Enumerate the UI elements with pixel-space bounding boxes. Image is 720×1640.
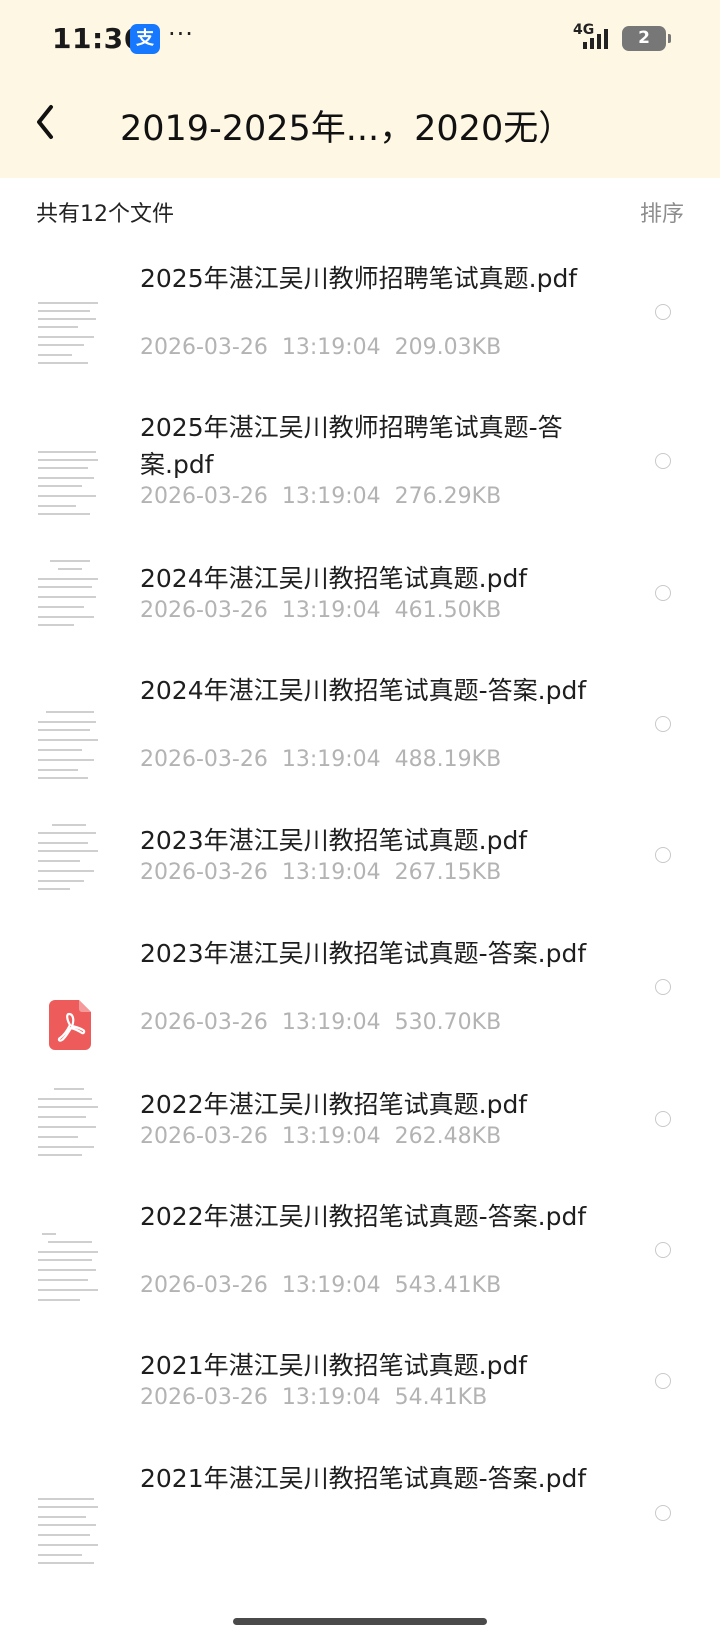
file-meta: 2026-03-26 13:19:04 543.41KB — [140, 1273, 502, 1298]
select-radio[interactable] — [655, 1111, 671, 1127]
file-meta: 2026-03-26 13:19:04 54.41KB — [140, 1385, 488, 1410]
status-bar: 11:36 支 ··· 4G 2 — [0, 0, 720, 80]
signal-icon — [583, 29, 608, 49]
file-name: 2025年湛江吴川教师招聘笔试真题-答案.pdf — [140, 413, 563, 479]
file-count: 共有12个文件 — [36, 202, 174, 227]
file-name: 2022年湛江吴川教招笔试真题.pdf — [140, 1090, 528, 1119]
file-name: 2023年湛江吴川教招笔试真题-答案.pdf — [140, 939, 587, 968]
document-thumbnail — [38, 1494, 102, 1574]
page-title: 2019-2025年...，2020无） — [120, 109, 574, 149]
file-meta: 2026-03-26 13:19:04 276.29KB — [140, 484, 502, 509]
alipay-notification-icon: 支 — [130, 24, 160, 54]
document-thumbnail — [38, 820, 102, 900]
file-meta: 2026-03-26 13:19:04 262.48KB — [140, 1124, 502, 1149]
battery-icon: 2 — [622, 26, 671, 51]
pdf-file-icon — [49, 1000, 91, 1050]
file-meta: 2026-03-26 13:19:04 209.03KB — [140, 335, 502, 360]
document-thumbnail — [38, 445, 102, 525]
document-thumbnail — [38, 1086, 102, 1166]
select-radio[interactable] — [655, 1505, 671, 1521]
file-meta: 2026-03-26 13:19:04 267.15KB — [140, 860, 502, 885]
document-thumbnail — [38, 1233, 102, 1313]
home-indicator[interactable] — [233, 1618, 487, 1625]
file-name: 2021年湛江吴川教招笔试真题-答案.pdf — [140, 1464, 587, 1493]
top-bar: 11:36 支 ··· 4G 2 2019-2025年...，2020无） — [0, 0, 720, 178]
file-meta: 2026-03-26 13:19:04 461.50KB — [140, 598, 502, 623]
back-arrow-icon[interactable] — [30, 99, 62, 145]
select-radio[interactable] — [655, 716, 671, 732]
document-thumbnail — [38, 707, 102, 787]
file-meta: 2026-03-26 13:19:04 488.19KB — [140, 747, 502, 772]
file-name: 2022年湛江吴川教招笔试真题-答案.pdf — [140, 1202, 587, 1231]
sort-button[interactable]: 排序 — [640, 196, 684, 228]
select-radio[interactable] — [655, 847, 671, 863]
document-thumbnail — [38, 558, 102, 638]
file-name: 2025年湛江吴川教师招聘笔试真题.pdf — [140, 264, 578, 293]
document-thumbnail — [38, 296, 102, 376]
file-name: 2021年湛江吴川教招笔试真题.pdf — [140, 1351, 528, 1380]
file-name: 2024年湛江吴川教招笔试真题.pdf — [140, 564, 528, 593]
select-radio[interactable] — [655, 304, 671, 320]
select-radio[interactable] — [655, 1373, 671, 1389]
more-notifications-icon: ··· — [168, 20, 194, 48]
select-radio[interactable] — [655, 1242, 671, 1258]
select-radio[interactable] — [655, 453, 671, 469]
file-name: 2023年湛江吴川教招笔试真题.pdf — [140, 826, 528, 855]
file-meta: 2026-03-26 13:19:04 530.70KB — [140, 1010, 502, 1035]
select-radio[interactable] — [655, 585, 671, 601]
file-name: 2024年湛江吴川教招笔试真题-答案.pdf — [140, 676, 587, 705]
select-radio[interactable] — [655, 979, 671, 995]
